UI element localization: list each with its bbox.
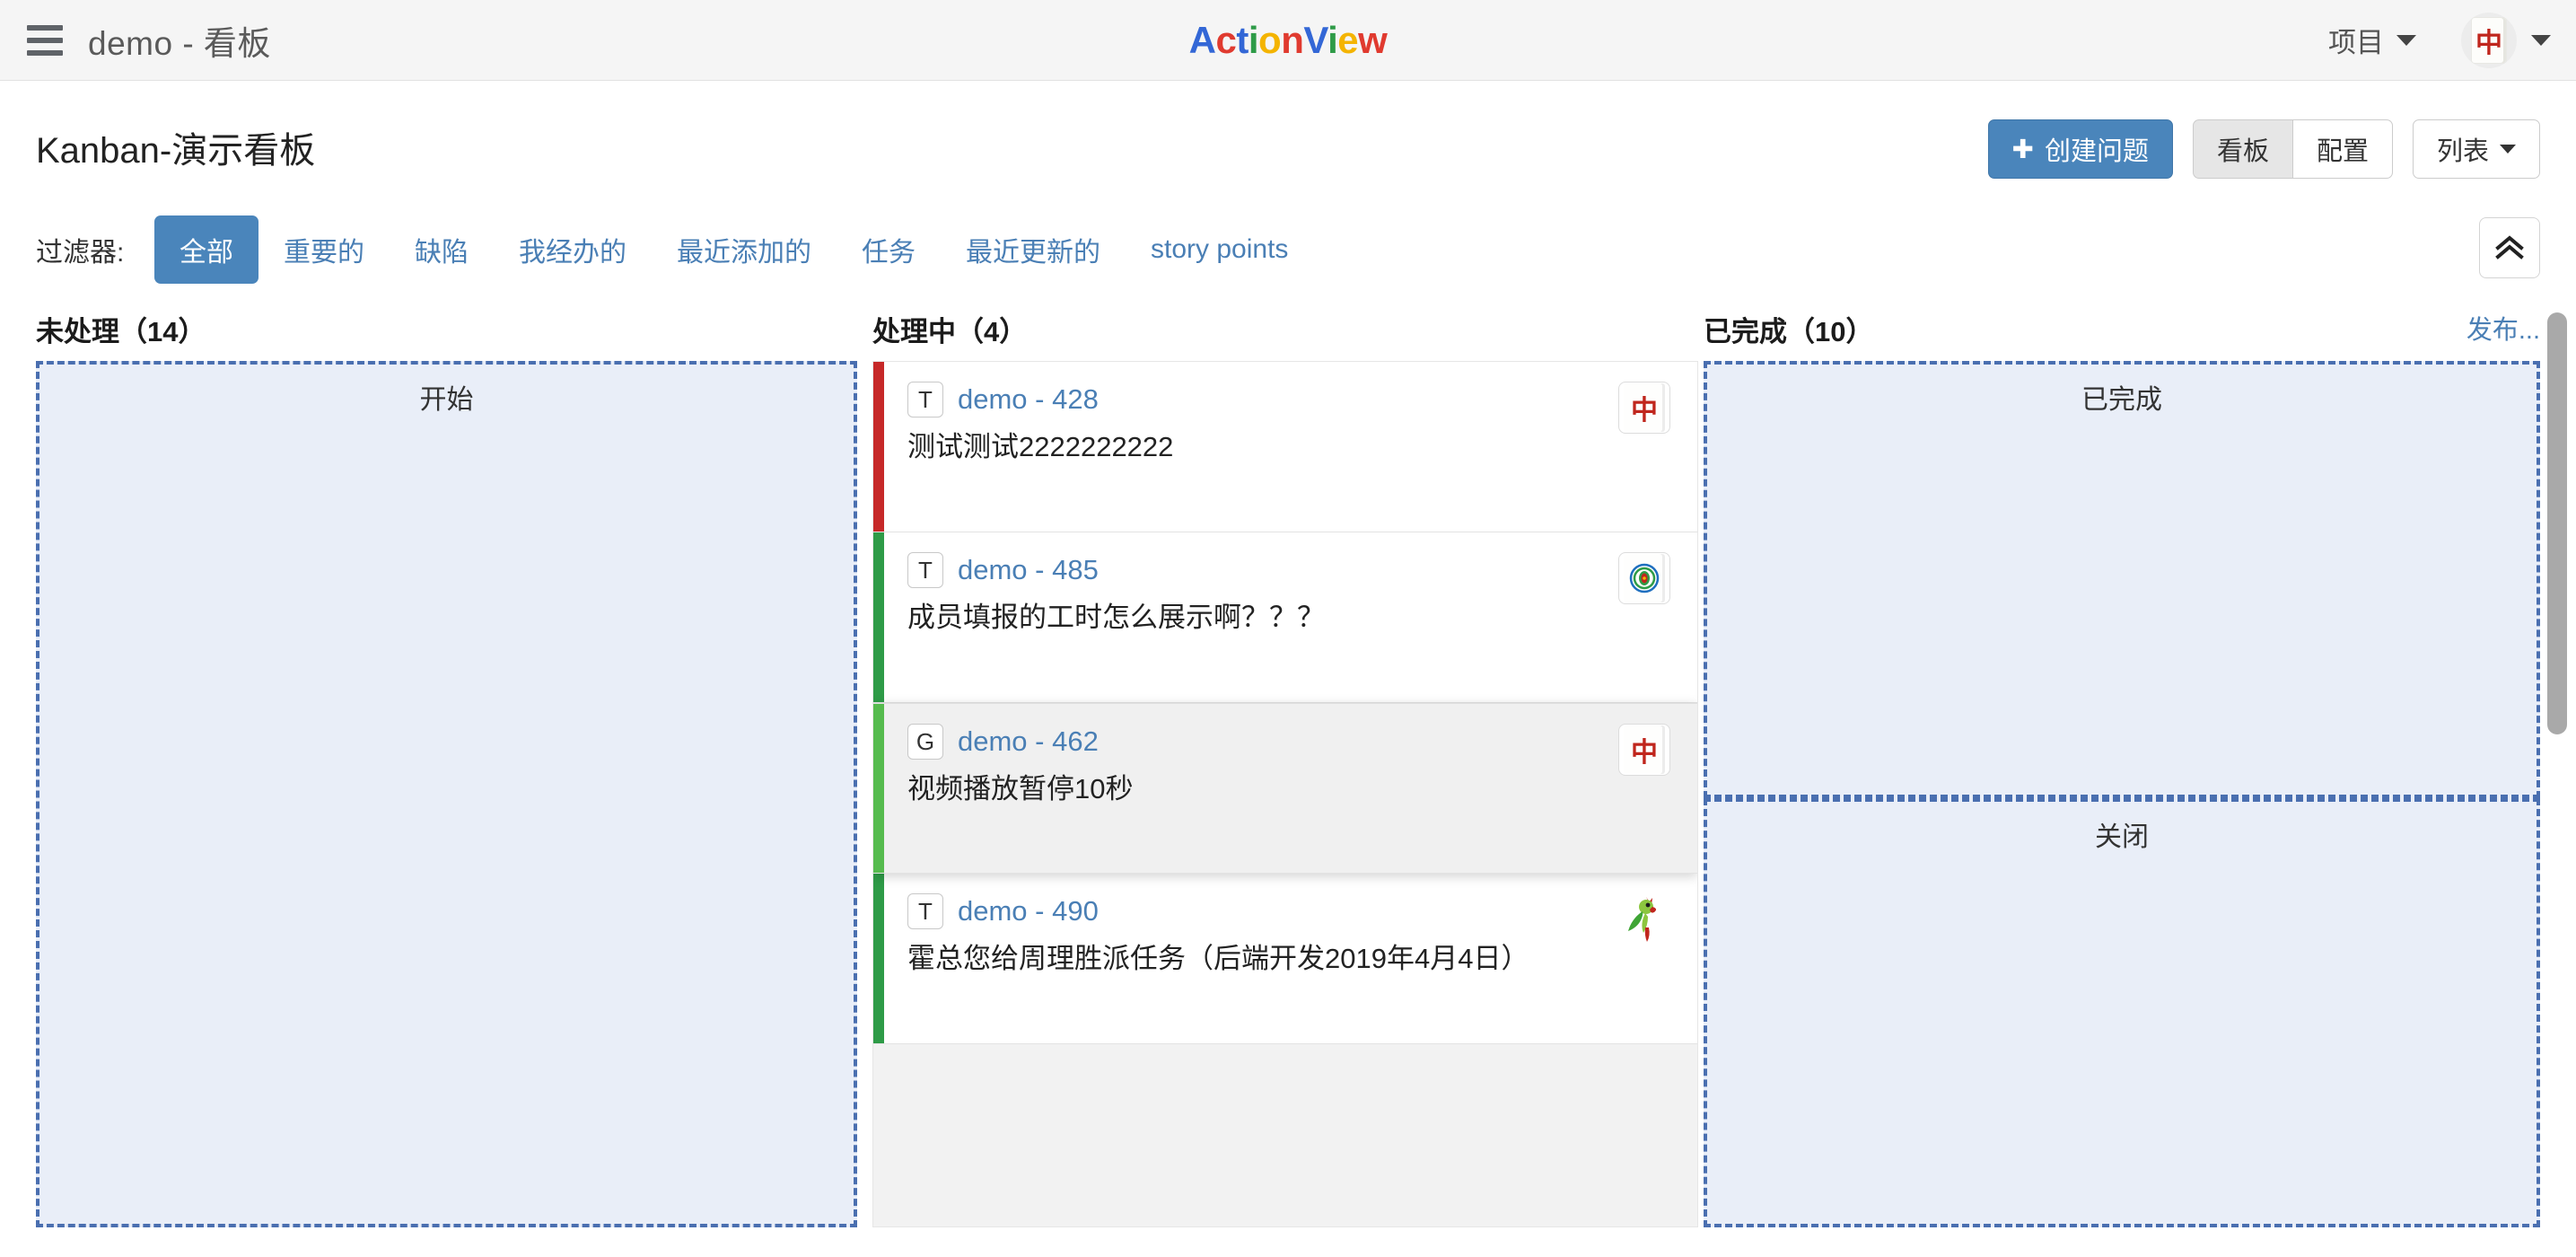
chevron-down-icon bbox=[2531, 34, 2551, 46]
filter-tab-6[interactable]: 最近更新的 bbox=[941, 215, 1126, 284]
filter-label: 过滤器: bbox=[36, 238, 125, 268]
card-priority-stripe bbox=[873, 704, 884, 873]
page-title-row: Kanban-演示看板 ✚ 创建问题 看板 配置 列表 bbox=[0, 81, 2576, 198]
view-toggle-group: 看板 配置 bbox=[2192, 119, 2393, 179]
mahjong-red-dragon-icon: 中 bbox=[1624, 383, 1665, 432]
kanban-card[interactable]: Tdemo - 490 霍总您给周理胜派任务（后端开发2019年4月4日） bbox=[873, 874, 1697, 1044]
chevron-down-icon bbox=[2500, 145, 2516, 154]
project-menu[interactable]: 项目 bbox=[2314, 11, 2431, 69]
column-title-todo: 未处理（14） bbox=[36, 315, 206, 347]
vertical-scrollbar-thumb[interactable] bbox=[2547, 312, 2567, 734]
dropzone-label-completed: 已完成 bbox=[2081, 385, 2162, 415]
filter-tab-7[interactable]: story points bbox=[1126, 220, 1313, 279]
hamburger-menu-icon[interactable] bbox=[27, 24, 63, 56]
filter-tab-0[interactable]: 全部 bbox=[154, 215, 258, 284]
dropzone-label-start: 开始 bbox=[419, 385, 474, 415]
dropzone-completed[interactable]: 已完成 bbox=[1704, 361, 2540, 798]
kanban-card[interactable]: Tdemo - 428 测试测试2222222222 中 bbox=[873, 362, 1697, 532]
card-issue-key-link[interactable]: demo - 428 bbox=[958, 383, 1099, 416]
view-button-kanban[interactable]: 看板 bbox=[2192, 119, 2292, 179]
kanban-column-doing: 处理中（4） Tdemo - 428 测试测试2222222222 中 Tdemo -… bbox=[872, 296, 1698, 1257]
card-summary: 测试测试2222222222 bbox=[907, 431, 1174, 462]
top-header-bar: demo - 看板 项目 中 bbox=[0, 0, 2576, 81]
card-assignee-avatar[interactable]: 中 bbox=[1618, 382, 1670, 434]
kanban-column-todo: 未处理（14） 开始 bbox=[36, 296, 857, 1257]
mahjong-red-dragon-icon: 中 bbox=[2471, 16, 2507, 64]
plus-icon: ✚ bbox=[2011, 135, 2034, 164]
card-assignee-avatar[interactable] bbox=[1618, 552, 1670, 604]
issue-type-icon: T bbox=[907, 382, 943, 418]
view-button-config[interactable]: 配置 bbox=[2291, 119, 2393, 179]
card-summary: 视频播放暂停10秒 bbox=[907, 773, 1134, 804]
kanban-card[interactable]: Tdemo - 485 成员填报的工时怎么展示啊？？？ bbox=[873, 532, 1697, 703]
column-title-done: 已完成（10） bbox=[1704, 315, 1874, 347]
chevron-down-icon bbox=[2396, 34, 2416, 46]
filter-tab-list: 全部 重要的 缺陷 我经办的 最近添加的 任务 最近更新的 story points bbox=[154, 215, 1313, 284]
dropzone-closed[interactable]: 关闭 bbox=[1704, 798, 2540, 1227]
avatar: 中 bbox=[2461, 12, 2517, 68]
mahjong-flower-icon bbox=[1624, 554, 1665, 602]
dropzone-label-closed: 关闭 bbox=[2095, 822, 2149, 852]
filter-tab-2[interactable]: 缺陷 bbox=[390, 215, 494, 284]
page-title: Kanban-演示看板 bbox=[36, 131, 316, 171]
mahjong-red-dragon-icon: 中 bbox=[1624, 725, 1665, 774]
card-list-doing: Tdemo - 428 测试测试2222222222 中 Tdemo - 485 成员填… bbox=[872, 361, 1698, 1227]
issue-type-icon: T bbox=[907, 552, 943, 588]
kanban-board: 未处理（14） 开始 处理中（4） Tdemo - 428 测试测试2222222… bbox=[0, 296, 2576, 1257]
card-summary: 霍总您给周理胜派任务（后端开发2019年4月4日） bbox=[907, 943, 1529, 974]
collapse-panel-button[interactable] bbox=[2479, 217, 2540, 278]
card-assignee-avatar[interactable] bbox=[1618, 893, 1670, 945]
parrot-icon bbox=[1618, 893, 1670, 945]
filter-tab-1[interactable]: 重要的 bbox=[258, 215, 390, 284]
chevron-double-up-icon bbox=[2495, 235, 2524, 259]
card-issue-key-link[interactable]: demo - 485 bbox=[958, 554, 1099, 586]
app-title: demo - 看板 bbox=[88, 24, 271, 62]
card-summary: 成员填报的工时怎么展示啊？？？ bbox=[907, 602, 1325, 633]
filter-tab-4[interactable]: 最近添加的 bbox=[652, 215, 837, 284]
kanban-column-done: 已完成（10） 发布... 已完成 关闭 bbox=[1704, 296, 2540, 1257]
card-priority-stripe bbox=[873, 874, 884, 1043]
card-priority-stripe bbox=[873, 532, 884, 702]
user-avatar-menu[interactable]: 中 bbox=[2461, 12, 2551, 68]
filter-tab-5[interactable]: 任务 bbox=[837, 215, 941, 284]
dropzone-start[interactable]: 开始 bbox=[36, 361, 857, 1227]
kanban-card[interactable]: Gdemo - 462 视频播放暂停10秒 中 bbox=[873, 703, 1697, 874]
filter-tab-3[interactable]: 我经办的 bbox=[494, 215, 652, 284]
create-issue-button[interactable]: ✚ 创建问题 bbox=[1987, 119, 2173, 179]
issue-type-icon: T bbox=[907, 893, 943, 929]
list-dropdown-button[interactable]: 列表 bbox=[2412, 119, 2540, 179]
create-issue-label: 创建问题 bbox=[2044, 137, 2149, 166]
filter-row: 过滤器: 全部 重要的 缺陷 我经办的 最近添加的 任务 最近更新的 story points bbox=[0, 198, 2576, 296]
card-issue-key-link[interactable]: demo - 490 bbox=[958, 895, 1099, 927]
column-title-doing: 处理中（4） bbox=[872, 315, 1028, 347]
list-dropdown-label: 列表 bbox=[2436, 137, 2489, 166]
release-link[interactable]: 发布... bbox=[2466, 309, 2540, 347]
card-priority-stripe bbox=[873, 362, 884, 532]
card-assignee-avatar[interactable]: 中 bbox=[1618, 724, 1670, 776]
issue-type-icon: G bbox=[907, 724, 943, 760]
project-menu-label: 项目 bbox=[2328, 27, 2384, 58]
card-issue-key-link[interactable]: demo - 462 bbox=[958, 725, 1099, 758]
